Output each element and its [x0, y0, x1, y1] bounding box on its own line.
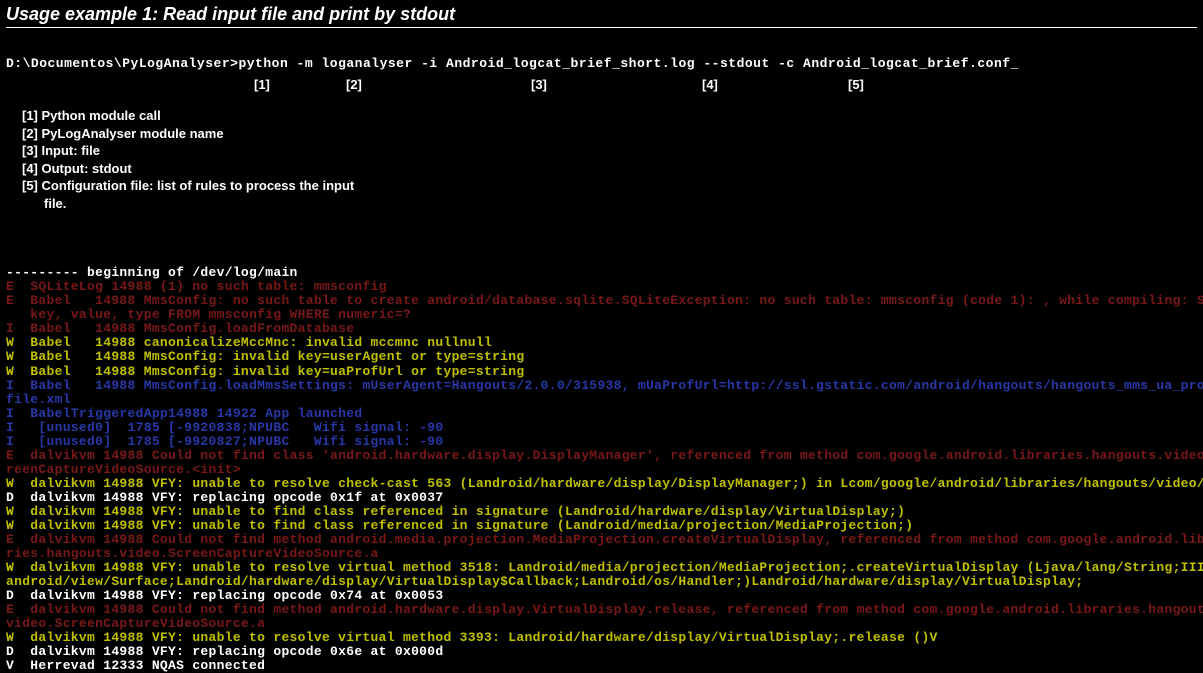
page-title: Usage example 1: Read input file and pri…	[6, 4, 1197, 28]
log-line: I Babel 14988 MmsConfig.loadMmsSettings:…	[6, 379, 1197, 393]
log-line: video.ScreenCaptureVideoSource.a	[6, 617, 1197, 631]
log-line: E dalvikvm 14988 Could not find method a…	[6, 533, 1197, 547]
log-line: D dalvikvm 14988 VFY: replacing opcode 0…	[6, 645, 1197, 659]
log-line: W dalvikvm 14988 VFY: unable to resolve …	[6, 631, 1197, 645]
log-line: W dalvikvm 14988 VFY: unable to find cla…	[6, 505, 1197, 519]
cmd-prompt: D:\Documentos\PyLogAnalyser>	[6, 56, 238, 71]
legend-5: [5] Configuration file: list of rules to…	[22, 177, 1197, 195]
log-line: I Babel 14988 MmsConfig.loadFromDatabase	[6, 322, 1197, 336]
marker-4: [4]	[702, 77, 718, 92]
log-line: E SQLiteLog 14988 (1) no such table: mms…	[6, 280, 1197, 294]
log-line: key, value, type FROM mmsconfig WHERE nu…	[6, 308, 1197, 322]
cmd-part-1: python -m	[238, 56, 313, 71]
cmd-part-3: -i Android_logcat_brief_short.log	[421, 56, 695, 71]
log-line: W dalvikvm 14988 VFY: unable to find cla…	[6, 519, 1197, 533]
log-line: --------- beginning of /dev/log/main	[6, 266, 1197, 280]
log-line: D dalvikvm 14988 VFY: replacing opcode 0…	[6, 491, 1197, 505]
legend-2: [2] PyLogAnalyser module name	[22, 125, 1197, 143]
log-line: E dalvikvm 14988 Could not find class 'a…	[6, 449, 1197, 463]
legend-5b: file.	[22, 195, 1197, 213]
cmd-part-5: -c Android_logcat_brief.conf_	[778, 56, 1019, 71]
legend: [1] Python module call [2] PyLogAnalyser…	[6, 107, 1197, 212]
log-line: ries.hangouts.video.ScreenCaptureVideoSo…	[6, 547, 1197, 561]
log-line: W Babel 14988 MmsConfig: invalid key=use…	[6, 350, 1197, 364]
log-line: W dalvikvm 14988 VFY: unable to resolve …	[6, 477, 1197, 491]
command-line: D:\Documentos\PyLogAnalyser>python -m lo…	[6, 56, 1197, 71]
cmd-part-4: --stdout	[703, 56, 769, 71]
legend-4: [4] Output: stdout	[22, 160, 1197, 178]
marker-2: [2]	[346, 77, 362, 92]
log-line: E Babel 14988 MmsConfig: no such table t…	[6, 294, 1197, 308]
log-line: file.xml	[6, 393, 1197, 407]
log-output: --------- beginning of /dev/log/mainE SQ…	[6, 266, 1197, 673]
log-line: D dalvikvm 14988 VFY: replacing opcode 0…	[6, 589, 1197, 603]
cmd-part-2: loganalyser	[321, 56, 412, 71]
log-line: android/view/Surface;Landroid/hardware/d…	[6, 575, 1197, 589]
log-line: V Herrevad 12333 NQAS connected	[6, 659, 1197, 673]
log-line: W dalvikvm 14988 VFY: unable to resolve …	[6, 561, 1197, 575]
log-line: I BabelTriggeredApp14988 14922 App launc…	[6, 407, 1197, 421]
log-line: I [unused0] 1785 [-9920827;NPUBC Wifi si…	[6, 435, 1197, 449]
log-line: W Babel 14988 canonicalizeMccMnc: invali…	[6, 336, 1197, 350]
legend-1: [1] Python module call	[22, 107, 1197, 125]
marker-3: [3]	[531, 77, 547, 92]
legend-3: [3] Input: file	[22, 142, 1197, 160]
log-line: E dalvikvm 14988 Could not find method a…	[6, 603, 1197, 617]
marker-5: [5]	[848, 77, 864, 92]
log-line: reenCaptureVideoSource.<init>	[6, 463, 1197, 477]
log-line: I [unused0] 1785 [-9920838;NPUBC Wifi si…	[6, 421, 1197, 435]
marker-1: [1]	[254, 77, 270, 92]
log-line: W Babel 14988 MmsConfig: invalid key=uaP…	[6, 365, 1197, 379]
arg-markers: [1] [2] [3] [4] [5]	[6, 77, 1197, 101]
